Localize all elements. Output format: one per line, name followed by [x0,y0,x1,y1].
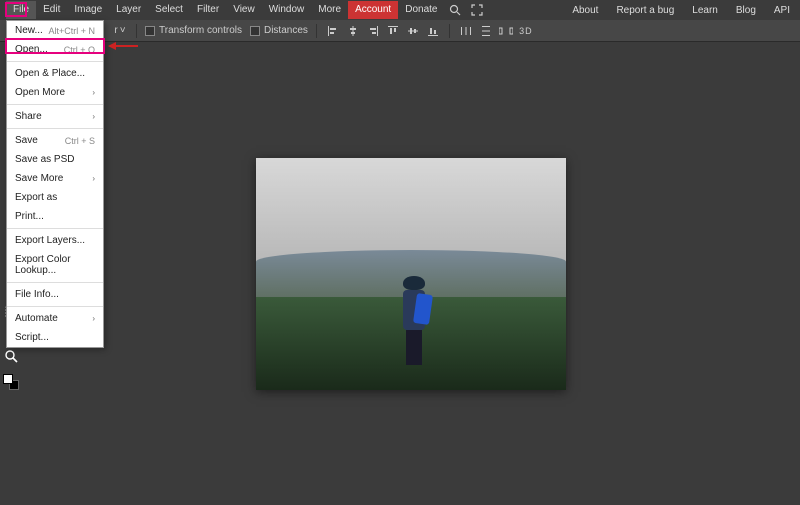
zoom-tool-icon[interactable] [3,348,19,364]
file-menu-item-export-as[interactable]: Export as [7,188,103,207]
canvas-image[interactable] [256,158,566,390]
menubar-right: About Report a bug Learn Blog API [568,2,794,19]
menu-item-label: Export Layers... [15,235,85,246]
menu-item-label: Script... [15,332,49,343]
align-top-icon[interactable] [385,23,401,39]
menu-separator [7,61,103,62]
menu-item-label: Export Color Lookup... [15,254,95,276]
menu-separator [7,104,103,105]
foreground-color-swatch[interactable] [3,374,13,384]
align-right-icon[interactable] [365,23,381,39]
menu-separator [7,128,103,129]
menu-layer[interactable]: Layer [109,1,148,19]
align-center-h-icon[interactable] [345,23,361,39]
menu-item-label: New... [15,25,43,36]
file-menu-item-print[interactable]: Print... [7,207,103,226]
transform-controls-label: Transform controls [159,25,242,36]
link-learn[interactable]: Learn [688,2,722,19]
menu-item-label: File Info... [15,289,59,300]
file-menu-item-open-more[interactable]: Open More › [7,83,103,102]
3d-icon[interactable]: 3D [518,23,534,39]
separator [316,24,317,38]
menu-window[interactable]: Window [262,1,312,19]
menubar-left: File Edit Image Layer Select Filter View… [6,1,488,19]
menu-image[interactable]: Image [67,1,109,19]
menu-filter[interactable]: Filter [190,1,226,19]
file-menu-item-save-more[interactable]: Save More › [7,169,103,188]
menu-item-label: Open & Place... [15,68,85,79]
distances-checkbox[interactable]: Distances [250,25,308,36]
file-menu-item-share[interactable]: Share › [7,107,103,126]
menu-edit[interactable]: Edit [36,1,67,19]
separator [136,24,137,38]
distances-label: Distances [264,25,308,36]
menu-item-shortcut: Alt+Ctrl + N [48,26,95,36]
link-blog[interactable]: Blog [732,2,760,19]
file-menu-item-save-as-psd[interactable]: Save as PSD [7,150,103,169]
search-icon[interactable] [444,1,466,19]
menu-item-label: Save [15,135,38,146]
menu-donate[interactable]: Donate [398,1,444,19]
separator [449,24,450,38]
menu-select[interactable]: Select [148,1,190,19]
chevron-right-icon: › [92,88,95,97]
menu-item-label: Automate [15,313,58,324]
menu-item-shortcut: Ctrl + O [64,45,95,55]
color-swatches[interactable] [3,374,19,390]
menu-item-label: Export as [15,192,57,203]
menubar: File Edit Image Layer Select Filter View… [0,0,800,20]
file-dropdown-menu: New... Alt+Ctrl + NOpen... Ctrl + O Open & … [6,20,104,348]
menu-item-label: Open More [15,87,65,98]
file-menu-item-export-color-lookup[interactable]: Export Color Lookup... [7,250,103,280]
menu-item-label: Save More [15,173,63,184]
menu-item-label: Print... [15,211,44,222]
distribute-v-icon[interactable] [478,23,494,39]
menu-separator [7,282,103,283]
align-left-icon[interactable] [325,23,341,39]
menu-account[interactable]: Account [348,1,398,19]
options-toolbar: r ˅ Transform controls Distances 3D [0,20,800,42]
file-menu-item-save[interactable]: Save Ctrl + S [7,131,103,150]
align-bottom-icon[interactable] [425,23,441,39]
menu-view[interactable]: View [226,1,262,19]
fullscreen-icon[interactable] [466,1,488,19]
chevron-right-icon: › [92,112,95,121]
file-menu-item-file-info[interactable]: File Info... [7,285,103,304]
link-about[interactable]: About [568,2,602,19]
align-group [325,23,441,39]
transform-controls-checkbox[interactable]: Transform controls [145,25,242,36]
link-report-bug[interactable]: Report a bug [612,2,678,19]
file-menu-item-open-place[interactable]: Open & Place... [7,64,103,83]
menu-more[interactable]: More [311,1,348,19]
file-menu-item-export-layers[interactable]: Export Layers... [7,231,103,250]
menu-separator [7,228,103,229]
align-middle-v-icon[interactable] [405,23,421,39]
link-api[interactable]: API [770,2,794,19]
menu-file[interactable]: File [6,1,36,19]
menu-item-label: Open... [15,44,48,55]
menu-separator [7,306,103,307]
chevron-right-icon: › [92,174,95,183]
menu-item-shortcut: Ctrl + S [65,136,95,146]
tool-preset-icon[interactable]: r ˅ [112,23,128,39]
canvas-area [22,42,800,505]
menu-item-label: Save as PSD [15,154,74,165]
file-menu-item-open[interactable]: Open... Ctrl + O [7,40,103,59]
chevron-right-icon: › [92,314,95,323]
file-menu-item-automate[interactable]: Automate › [7,309,103,328]
file-menu-item-script[interactable]: Script... [7,328,103,347]
checkbox-icon [145,26,155,36]
distribute-group: 3D [458,23,534,39]
checkbox-icon [250,26,260,36]
menu-item-label: Share [15,111,42,122]
file-menu-item-new[interactable]: New... Alt+Ctrl + N [7,21,103,40]
more-options-icon[interactable] [498,23,514,39]
distribute-h-icon[interactable] [458,23,474,39]
